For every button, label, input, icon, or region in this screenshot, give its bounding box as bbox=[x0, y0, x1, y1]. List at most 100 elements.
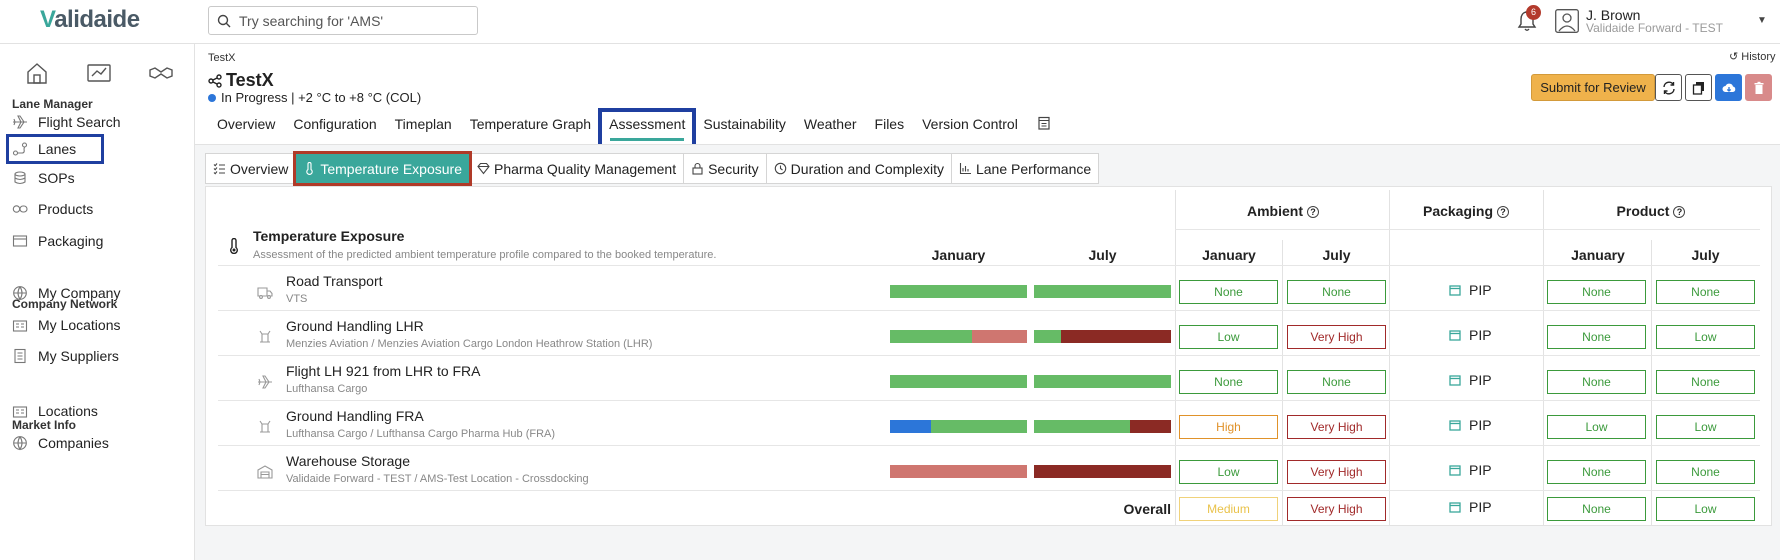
download-button[interactable] bbox=[1715, 74, 1742, 101]
subtab-overview[interactable]: Overview bbox=[205, 153, 297, 184]
tab-files[interactable]: Files bbox=[866, 110, 914, 146]
tab-timeplan[interactable]: Timeplan bbox=[386, 110, 461, 146]
packaging-pip[interactable]: PIP bbox=[1449, 327, 1492, 343]
overall-label: Overall bbox=[1123, 501, 1171, 517]
overall-packaging[interactable]: PIP bbox=[1449, 499, 1492, 515]
section-title: Temperature Exposure bbox=[253, 228, 405, 244]
user-menu[interactable]: J. Brown Validaide Forward - TEST ▼ bbox=[1555, 6, 1770, 38]
chart-route-icon[interactable] bbox=[86, 60, 112, 86]
subtab-lane-performance[interactable]: Lane Performance bbox=[950, 153, 1100, 184]
sidebar-item-companies[interactable]: Companies bbox=[12, 431, 109, 455]
sidebar-item-label: Flight Search bbox=[38, 114, 121, 130]
sidebar-item-label: My Locations bbox=[38, 317, 121, 333]
page-title-text: TestX bbox=[226, 70, 274, 90]
sidebar-item-lanes[interactable]: Lanes bbox=[6, 134, 104, 164]
tab-version-control[interactable]: Version Control bbox=[913, 110, 1027, 146]
sidebar-item-packaging[interactable]: Packaging bbox=[12, 229, 103, 253]
subtab-security[interactable]: Security bbox=[683, 153, 767, 184]
submit-for-review-button[interactable]: Submit for Review bbox=[1531, 74, 1655, 101]
row-name: Flight LH 921 from LHR to FRA bbox=[286, 363, 481, 379]
search-input[interactable] bbox=[239, 12, 459, 29]
pills-icon bbox=[12, 205, 28, 213]
july-profile-bar bbox=[1034, 420, 1171, 433]
packaging-label: PIP bbox=[1469, 327, 1492, 343]
subtab-duration-complexity[interactable]: Duration and Complexity bbox=[765, 153, 952, 184]
sidebar-item-sops[interactable]: SOPs bbox=[12, 166, 75, 190]
col-header-product-january: January bbox=[1571, 247, 1625, 263]
tab-configuration[interactable]: Configuration bbox=[284, 110, 385, 146]
divider bbox=[1282, 240, 1283, 525]
tab-notes[interactable] bbox=[1027, 110, 1061, 146]
document-icon bbox=[14, 348, 26, 364]
history-link[interactable]: ↺ History bbox=[1729, 50, 1776, 63]
breadcrumb[interactable]: TestX bbox=[208, 52, 236, 64]
sidebar-item-my-suppliers[interactable]: My Suppliers bbox=[12, 344, 119, 368]
packaging-pip[interactable]: PIP bbox=[1449, 462, 1492, 478]
bar-segment bbox=[890, 465, 1027, 478]
product-july-level: None bbox=[1656, 460, 1755, 484]
row-subtitle: Validaide Forward - TEST / AMS-Test Loca… bbox=[286, 473, 589, 485]
user-org: Validaide Forward - TEST bbox=[1586, 21, 1723, 35]
home-icon[interactable] bbox=[24, 60, 50, 86]
truck-icon bbox=[257, 287, 273, 299]
copy-button[interactable] bbox=[1685, 74, 1712, 101]
packaging-label: PIP bbox=[1469, 417, 1492, 433]
globe-icon bbox=[13, 436, 27, 451]
refresh-button[interactable] bbox=[1655, 74, 1682, 101]
chevron-down-icon[interactable]: ▼ bbox=[1757, 15, 1767, 26]
ambient-january-level: High bbox=[1179, 415, 1278, 439]
help-icon[interactable]: ? bbox=[1307, 206, 1319, 218]
sidebar-item-label: Packaging bbox=[38, 233, 104, 249]
box-icon bbox=[1449, 330, 1461, 341]
ambient-july-level: Very High bbox=[1287, 415, 1386, 439]
sidebar-item-flight-search[interactable]: Flight Search bbox=[12, 110, 120, 134]
row-subtitle: Menzies Aviation / Menzies Aviation Carg… bbox=[286, 338, 653, 350]
sidebar-item-label: Locations bbox=[38, 403, 98, 419]
warehouse-icon bbox=[257, 465, 273, 479]
tab-temperature-graph[interactable]: Temperature Graph bbox=[461, 110, 600, 146]
sidebar-item-locations[interactable]: Locations bbox=[12, 399, 98, 423]
help-icon[interactable]: ? bbox=[1497, 206, 1510, 218]
sidebar-item-my-locations[interactable]: My Locations bbox=[12, 313, 120, 337]
delete-button[interactable] bbox=[1745, 74, 1772, 101]
bar-chart-icon bbox=[959, 163, 971, 175]
handshake-icon[interactable] bbox=[148, 60, 174, 86]
logo[interactable]: Validaide bbox=[40, 6, 140, 34]
packaging-pip[interactable]: PIP bbox=[1449, 282, 1492, 298]
help-icon[interactable]: ? bbox=[1673, 206, 1686, 218]
sidebar-item-my-company[interactable]: My Company bbox=[12, 281, 120, 305]
tab-weather[interactable]: Weather bbox=[795, 110, 866, 146]
january-profile-bar bbox=[890, 285, 1027, 298]
tab-sustainability[interactable]: Sustainability bbox=[694, 110, 795, 146]
bar-segment bbox=[890, 420, 932, 433]
page-title: TestX bbox=[208, 70, 274, 91]
col-header-ambient-july: July bbox=[1322, 247, 1351, 263]
tab-overview[interactable]: Overview bbox=[208, 110, 284, 146]
bar-segment bbox=[1034, 330, 1062, 343]
july-profile-bar bbox=[1034, 330, 1171, 343]
subtab-label: Overview bbox=[230, 160, 289, 177]
row-divider bbox=[218, 445, 1760, 446]
sidebar-item-label: Lanes bbox=[38, 141, 77, 157]
packaging-pip[interactable]: PIP bbox=[1449, 372, 1492, 388]
ambient-july-level: Very High bbox=[1287, 325, 1386, 349]
row-divider bbox=[218, 355, 1760, 356]
tab-assessment[interactable]: Assessment bbox=[598, 108, 697, 148]
row-name: Ground Handling LHR bbox=[286, 318, 424, 334]
packaging-label: PIP bbox=[1469, 282, 1492, 298]
subtab-pharma-quality[interactable]: Pharma Quality Management bbox=[469, 153, 685, 184]
search-box[interactable] bbox=[208, 6, 478, 35]
ambient-july-level: Very High bbox=[1287, 460, 1386, 484]
subtab-temperature-exposure[interactable]: Temperature Exposure bbox=[293, 151, 472, 186]
subtab-label: Security bbox=[708, 160, 759, 177]
divider bbox=[1543, 190, 1544, 525]
overall-ambient-january: Medium bbox=[1179, 497, 1278, 521]
assessment-subtabs: Overview Temperature Exposure Pharma Qua… bbox=[205, 151, 1100, 186]
july-profile-bar bbox=[1034, 375, 1171, 388]
product-january-level: Low bbox=[1547, 415, 1646, 439]
packaging-pip[interactable]: PIP bbox=[1449, 417, 1492, 433]
sidebar-item-products[interactable]: Products bbox=[12, 197, 93, 221]
january-profile-bar bbox=[890, 375, 1027, 388]
bar-segment bbox=[1061, 330, 1171, 343]
row-subtitle: Lufthansa Cargo / Lufthansa Cargo Pharma… bbox=[286, 428, 556, 440]
